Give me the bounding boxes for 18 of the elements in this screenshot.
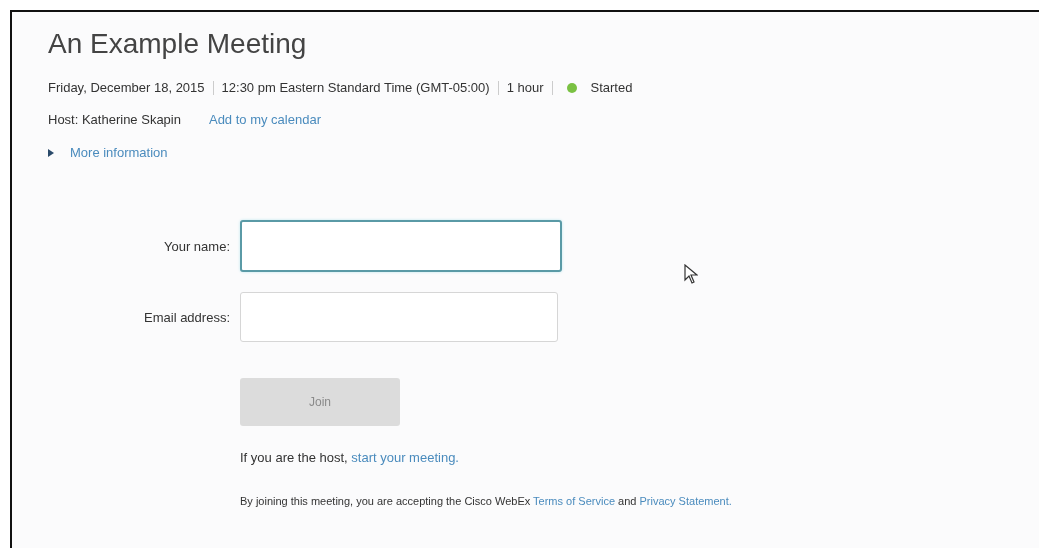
mouse-pointer-icon: [684, 264, 698, 284]
meeting-date: Friday, December 18, 2015: [48, 80, 205, 95]
meeting-status: Started: [590, 80, 633, 95]
meeting-duration: 1 hour: [506, 80, 544, 95]
field-label: Your name:: [163, 238, 230, 254]
field-label: Email address:: [143, 309, 230, 325]
add-to-calendar-link[interactable]: Add to my calendar: [208, 112, 321, 127]
start-meeting-link[interactable]: start your meeting.: [351, 450, 459, 465]
privacy-statement-link[interactable]: Privacy Statement.: [639, 495, 732, 507]
terms-of-service-link[interactable]: Terms of Service: [533, 495, 615, 507]
expand-triangle-icon[interactable]: [48, 148, 54, 157]
terms-notice: By joining this meeting, you are accepting the Cisco WebEx Terms of Service and Privacy Statement.: [240, 495, 733, 507]
meeting-time: 12:30 pm Eastern Standard Time (GMT-05:00): [221, 80, 490, 95]
meeting-host: Host: Katherine Skapin: [48, 112, 181, 127]
input-field[interactable]: [240, 220, 562, 272]
meeting-title: An Example Meeting: [48, 28, 308, 60]
host-note: If you are the host, start your meeting.: [240, 450, 460, 465]
more-information-link[interactable]: More information: [70, 145, 168, 160]
